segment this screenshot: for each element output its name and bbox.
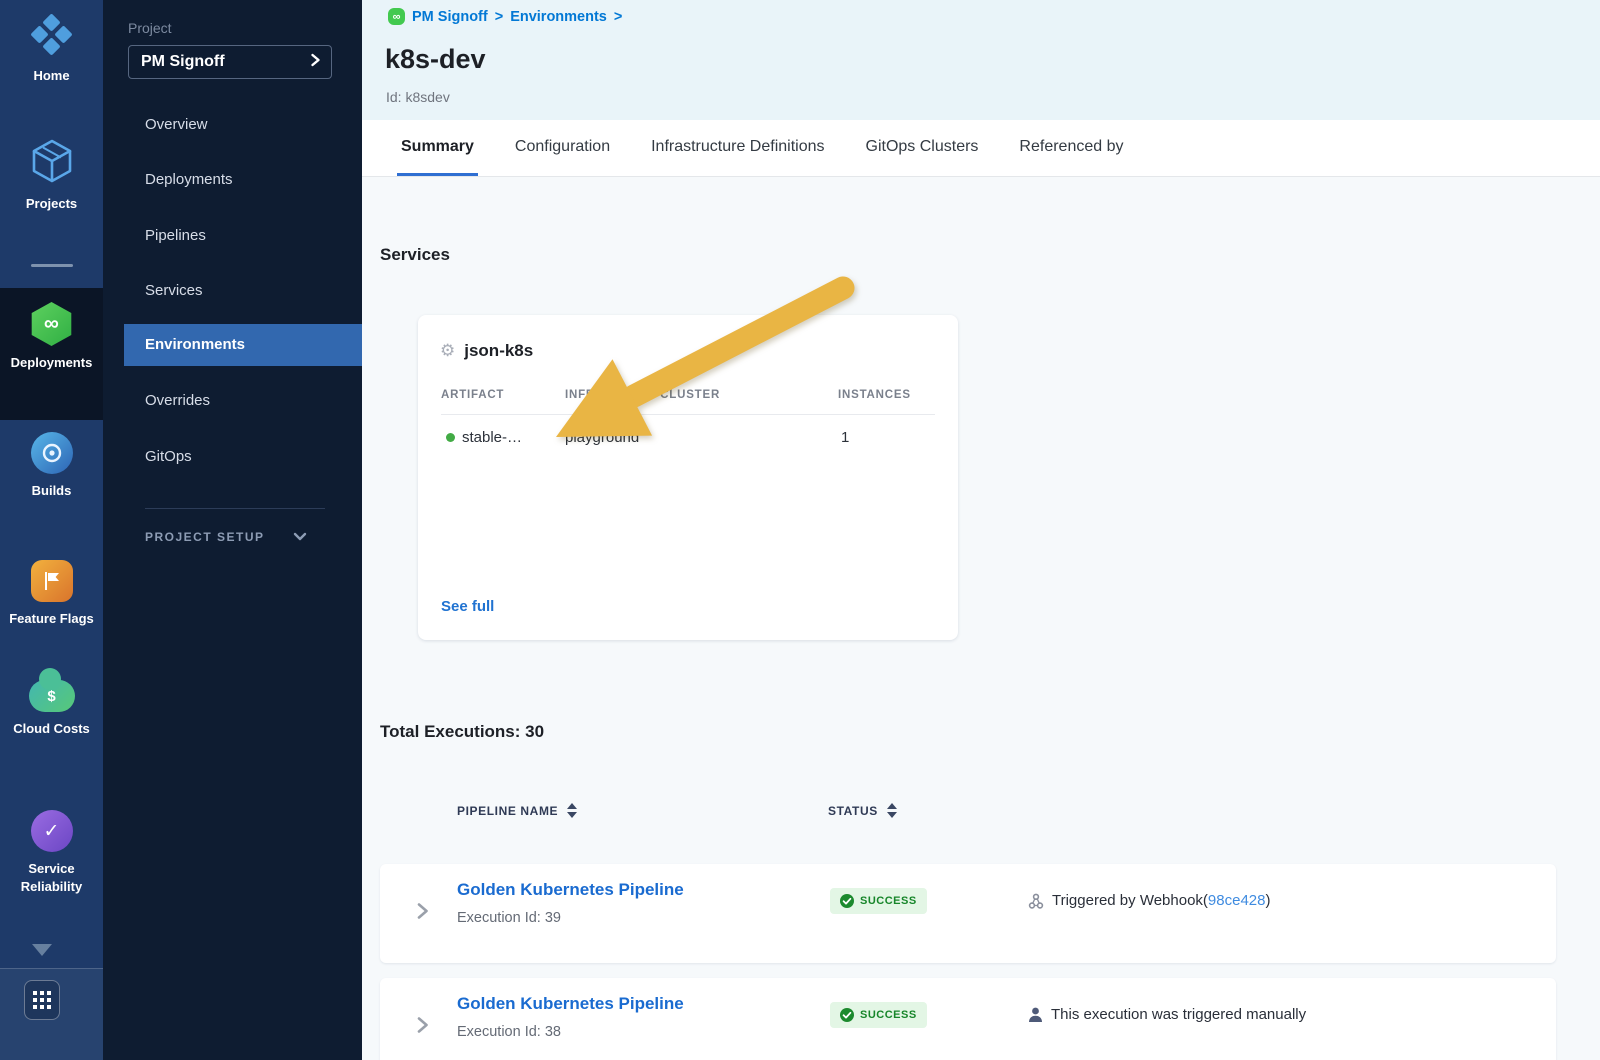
- tab-referenced-by[interactable]: Referenced by: [1015, 120, 1127, 176]
- chevron-right-icon[interactable]: [416, 902, 429, 925]
- service-card[interactable]: ⚙ json-k8s ARTIFACT INFRA/GITOPS CLUSTER…: [418, 315, 958, 640]
- project-section-label: Project: [128, 20, 172, 36]
- success-check-icon: [840, 894, 854, 908]
- rail-item-builds[interactable]: Builds: [0, 432, 103, 500]
- rail-item-projects[interactable]: Projects: [0, 138, 103, 213]
- rail-item-cloud-costs[interactable]: $ Cloud Costs: [0, 680, 103, 738]
- main-area: ∞ PM Signoff > Environments > k8s-dev Id…: [362, 0, 1600, 1060]
- chevron-down-icon: [293, 530, 307, 544]
- page-id: Id: k8sdev: [386, 89, 450, 105]
- rail-item-label: Cloud Costs: [0, 720, 103, 738]
- column-instances: INSTANCES: [838, 389, 911, 401]
- page-title: k8s-dev: [385, 44, 486, 75]
- execution-row[interactable]: Golden Kubernetes Pipeline Execution Id:…: [380, 864, 1556, 963]
- module-rail: Home Projects ∞ Deployments: [0, 0, 103, 1060]
- tab-summary[interactable]: Summary: [397, 120, 478, 176]
- builds-icon: [31, 432, 73, 474]
- chevron-right-icon: [310, 53, 321, 72]
- pipeline-name-link[interactable]: Golden Kubernetes Pipeline: [457, 994, 684, 1014]
- status-badge: SUCCESS: [830, 888, 927, 914]
- see-full-link[interactable]: See full: [441, 598, 494, 615]
- cd-module-icon: ∞: [388, 8, 405, 25]
- module-grid-button[interactable]: [24, 980, 60, 1020]
- artifact-cell: stable-…: [446, 429, 522, 446]
- rail-item-label: Projects: [0, 195, 103, 213]
- breadcrumb-environments[interactable]: Environments: [510, 9, 607, 25]
- sort-icon: [567, 803, 577, 818]
- sort-icon: [887, 803, 897, 818]
- trigger-info: Triggered by Webhook(98ce428): [1028, 892, 1270, 909]
- service-card-title: ⚙ json-k8s: [440, 341, 533, 361]
- execution-id: Execution Id: 39: [457, 910, 561, 926]
- rail-item-deployments[interactable]: ∞ Deployments: [0, 302, 103, 372]
- tab-configuration[interactable]: Configuration: [511, 120, 614, 176]
- home-icon: [0, 14, 103, 61]
- service-name: json-k8s: [464, 341, 533, 361]
- total-executions-heading: Total Executions: 30: [380, 722, 544, 742]
- grid-icon: [33, 991, 51, 1009]
- rail-bottom-section: [0, 968, 103, 1060]
- breadcrumb-separator: >: [495, 9, 503, 25]
- rail-item-label: Service Reliability: [0, 860, 103, 895]
- trigger-text: This execution was triggered manually: [1051, 1006, 1306, 1023]
- project-setup-toggle[interactable]: PROJECT SETUP: [145, 530, 325, 544]
- column-artifact: ARTIFACT: [441, 389, 504, 401]
- execution-id: Execution Id: 38: [457, 1024, 561, 1040]
- card-divider: [441, 414, 935, 415]
- status-dot-icon: [446, 433, 455, 442]
- rail-divider-handle[interactable]: [31, 264, 73, 267]
- cloud-costs-icon: $: [29, 680, 75, 712]
- breadcrumb: ∞ PM Signoff > Environments >: [388, 8, 622, 25]
- rail-item-label: Feature Flags: [0, 610, 103, 628]
- column-infra-gitops-cluster: INFRA/GITOPS CLUSTER: [565, 389, 720, 401]
- commit-link[interactable]: 98ce428: [1208, 892, 1266, 909]
- project-sidebar: Project PM Signoff Overview Deployments …: [103, 0, 362, 1060]
- sidebar-item-overrides[interactable]: Overrides: [103, 380, 362, 422]
- column-status[interactable]: STATUS: [828, 803, 897, 818]
- sidebar-item-deployments[interactable]: Deployments: [103, 159, 362, 201]
- trigger-info: This execution was triggered manually: [1028, 1006, 1306, 1023]
- breadcrumb-separator: >: [614, 9, 622, 25]
- rail-item-home[interactable]: Home: [0, 14, 103, 85]
- tab-infrastructure-definitions[interactable]: Infrastructure Definitions: [647, 120, 828, 176]
- webhook-icon: [1028, 893, 1044, 909]
- instances-cell: 1: [841, 429, 849, 446]
- pipeline-name-link[interactable]: Golden Kubernetes Pipeline: [457, 880, 684, 900]
- tab-gitops-clusters[interactable]: GitOps Clusters: [862, 120, 983, 176]
- tab-bar: Summary Configuration Infrastructure Def…: [362, 120, 1600, 177]
- success-check-icon: [840, 1008, 854, 1022]
- project-selector[interactable]: PM Signoff: [128, 45, 332, 79]
- gear-icon: ⚙: [440, 341, 455, 361]
- project-setup-label: PROJECT SETUP: [145, 530, 265, 544]
- deployments-icon: ∞: [30, 302, 74, 346]
- rail-item-label: Deployments: [0, 354, 103, 372]
- sidebar-item-overview[interactable]: Overview: [103, 104, 362, 146]
- execution-row[interactable]: Golden Kubernetes Pipeline Execution Id:…: [380, 978, 1556, 1060]
- sidebar-item-gitops[interactable]: GitOps: [103, 436, 362, 478]
- sidebar-item-services[interactable]: Services: [103, 270, 362, 312]
- rail-item-feature-flags[interactable]: Feature Flags: [0, 560, 103, 628]
- rail-item-service-reliability[interactable]: ✓ Service Reliability: [0, 810, 103, 895]
- project-selector-value: PM Signoff: [129, 53, 310, 71]
- cluster-cell: playground: [565, 429, 639, 446]
- breadcrumb-project[interactable]: PM Signoff: [412, 9, 488, 25]
- projects-icon: [0, 138, 103, 189]
- services-heading: Services: [380, 245, 450, 265]
- app-root: Home Projects ∞ Deployments: [0, 0, 1600, 1060]
- collapse-chevron-icon[interactable]: [32, 944, 52, 956]
- rail-item-label: Home: [0, 67, 103, 85]
- rail-item-label: Builds: [0, 482, 103, 500]
- column-pipeline-name[interactable]: PIPELINE NAME: [457, 803, 577, 818]
- service-reliability-icon: ✓: [31, 810, 73, 852]
- user-icon: [1028, 1007, 1043, 1023]
- sidebar-item-pipelines[interactable]: Pipelines: [103, 215, 362, 257]
- chevron-right-icon[interactable]: [416, 1016, 429, 1039]
- page-header: ∞ PM Signoff > Environments > k8s-dev Id…: [362, 0, 1600, 120]
- feature-flags-icon: [31, 560, 73, 602]
- sidebar-item-environments[interactable]: Environments: [124, 324, 362, 366]
- sidebar-divider: [145, 508, 325, 509]
- trigger-text: Triggered by Webhook(98ce428): [1052, 892, 1270, 909]
- status-badge: SUCCESS: [830, 1002, 927, 1028]
- tab-content: Services ⚙ json-k8s ARTIFACT INFRA/GITOP…: [362, 177, 1600, 1060]
